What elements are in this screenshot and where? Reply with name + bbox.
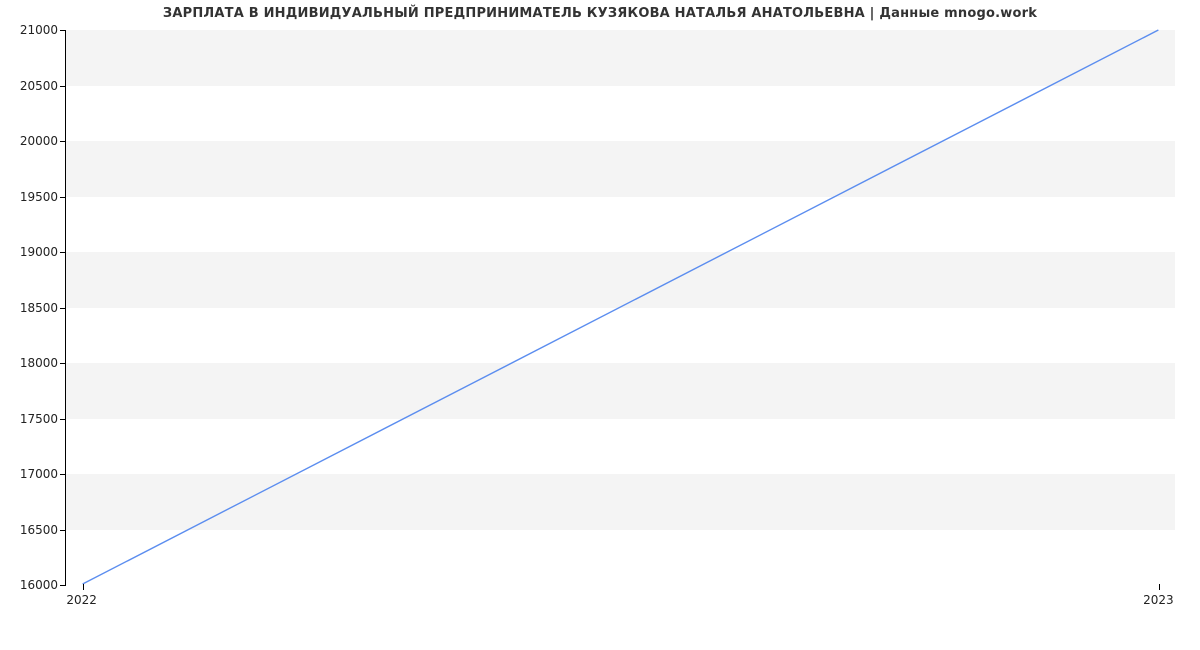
x-tick: [1159, 584, 1160, 590]
y-tick: [60, 474, 66, 475]
y-tick-label: 16000: [20, 578, 58, 592]
y-tick-label: 17000: [20, 467, 58, 481]
y-tick-label: 21000: [20, 23, 58, 37]
y-tick: [60, 86, 66, 87]
plot-area: [65, 30, 1175, 585]
y-tick: [60, 141, 66, 142]
y-tick: [60, 363, 66, 364]
y-tick: [60, 530, 66, 531]
y-tick: [60, 252, 66, 253]
y-tick-label: 20000: [20, 134, 58, 148]
y-tick-label: 20500: [20, 79, 58, 93]
x-tick-label: 2023: [1143, 593, 1174, 607]
y-tick-label: 18500: [20, 301, 58, 315]
y-tick-label: 19000: [20, 245, 58, 259]
y-tick: [60, 30, 66, 31]
y-tick: [60, 419, 66, 420]
y-tick-label: 17500: [20, 412, 58, 426]
y-tick-label: 19500: [20, 190, 58, 204]
y-tick: [60, 197, 66, 198]
chart-title: ЗАРПЛАТА В ИНДИВИДУАЛЬНЫЙ ПРЕДПРИНИМАТЕЛ…: [0, 6, 1200, 21]
chart-container: ЗАРПЛАТА В ИНДИВИДУАЛЬНЫЙ ПРЕДПРИНИМАТЕЛ…: [0, 0, 1200, 650]
y-tick-label: 16500: [20, 523, 58, 537]
y-tick-label: 18000: [20, 356, 58, 370]
line-series-layer: [66, 30, 1175, 584]
y-tick: [60, 308, 66, 309]
x-tick-label: 2022: [66, 593, 97, 607]
x-tick: [83, 584, 84, 590]
series-line: [83, 30, 1159, 584]
y-tick: [60, 585, 66, 586]
